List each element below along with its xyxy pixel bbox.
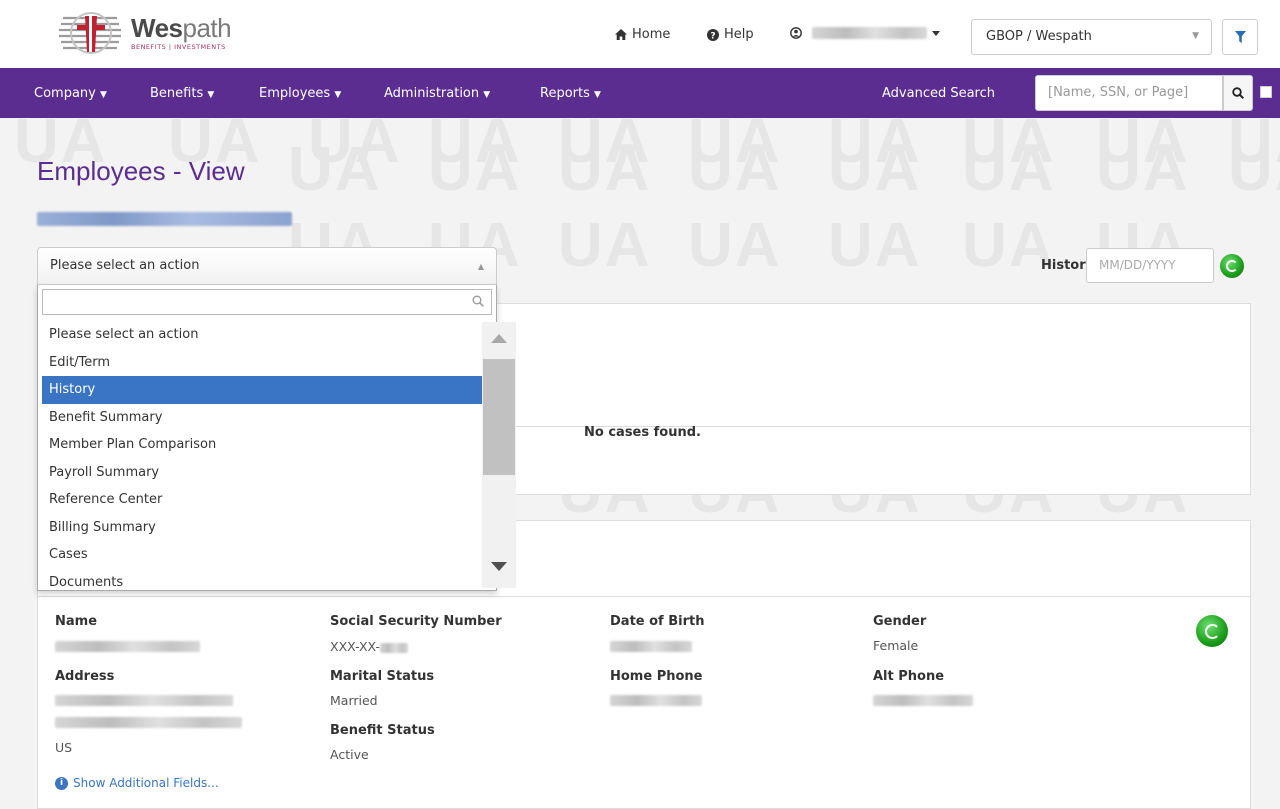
refresh-icon xyxy=(1226,260,1238,272)
marital-status-label: Marital Status xyxy=(330,669,435,684)
nav-employees[interactable]: Employees ▼ xyxy=(259,86,341,101)
caret-down-icon: ▼ xyxy=(207,90,215,100)
search-button[interactable] xyxy=(1223,75,1253,111)
page-title: Employees - View xyxy=(37,156,245,186)
action-option-edit-term[interactable]: Edit/Term xyxy=(42,349,482,377)
caret-down-icon: ▼ xyxy=(334,90,342,100)
top-header: Wespath BENEFITS | INVESTMENTS Home ? He… xyxy=(0,0,1280,68)
action-option-member-plan-comparison[interactable]: Member Plan Comparison xyxy=(42,431,482,459)
name-value-redacted xyxy=(55,641,200,656)
caret-down-icon xyxy=(932,30,940,36)
user-menu[interactable] xyxy=(790,27,940,39)
history-go-button[interactable] xyxy=(1220,254,1244,278)
nav-company[interactable]: Company ▼ xyxy=(34,86,107,101)
svg-text:?: ? xyxy=(710,31,715,41)
search-icon xyxy=(472,295,484,307)
alt-phone-label: Alt Phone xyxy=(873,669,945,684)
name-label: Name xyxy=(55,614,98,629)
action-option-benefit-summary[interactable]: Benefit Summary xyxy=(42,404,482,432)
scroll-down-arrow-icon[interactable] xyxy=(491,562,507,571)
address-label: Address xyxy=(55,669,115,684)
dob-value-redacted xyxy=(610,641,692,656)
caret-down-icon: ▼ xyxy=(483,90,491,100)
nav-reports[interactable]: Reports ▼ xyxy=(540,86,601,101)
caret-down-icon: ▼ xyxy=(100,90,107,100)
benefit-status-value: Active xyxy=(330,747,369,762)
gender-label: Gender xyxy=(873,614,927,629)
demographics-refresh-button[interactable] xyxy=(1196,615,1228,647)
address-country: US xyxy=(55,740,73,755)
history-date-input[interactable]: MM/DD/YYYY xyxy=(1086,248,1214,283)
info-icon: i xyxy=(55,776,68,790)
action-dropdown: Please select an action Edit/Term Histor… xyxy=(37,285,497,591)
home-phone-redacted xyxy=(610,695,702,710)
nav-benefits[interactable]: Benefits ▼ xyxy=(150,86,214,101)
global-search-input[interactable]: [Name, SSN, or Page] xyxy=(1035,75,1223,111)
logo-wordmark: Wespath xyxy=(131,13,232,43)
marital-status-value: Married xyxy=(330,693,378,708)
search-icon xyxy=(1232,87,1244,99)
address-line2-redacted xyxy=(55,717,242,732)
action-option-billing-summary[interactable]: Billing Summary xyxy=(42,514,482,542)
action-option-payroll-summary[interactable]: Payroll Summary xyxy=(42,459,482,487)
gender-value: Female xyxy=(873,638,919,653)
action-search-input[interactable] xyxy=(42,289,492,315)
home-icon xyxy=(615,29,627,40)
user-circle-icon xyxy=(790,27,802,39)
search-option-checkbox[interactable] xyxy=(1260,86,1272,98)
refresh-icon xyxy=(1204,623,1220,639)
action-option-cases[interactable]: Cases xyxy=(42,541,482,569)
caret-up-icon: ▲ xyxy=(477,262,484,271)
action-option[interactable]: Please select an action xyxy=(42,321,482,349)
benefit-status-label: Benefit Status xyxy=(330,723,435,738)
wespath-logo[interactable]: Wespath BENEFITS | INVESTMENTS xyxy=(57,8,232,58)
user-name-redacted xyxy=(812,27,927,39)
scroll-up-arrow-icon[interactable] xyxy=(491,334,507,343)
advanced-search-link[interactable]: Advanced Search xyxy=(882,86,995,101)
home-phone-label: Home Phone xyxy=(610,669,703,684)
home-link[interactable]: Home xyxy=(615,27,670,42)
no-cases-message: No cases found. xyxy=(584,425,701,440)
question-circle-icon: ? xyxy=(707,28,719,41)
select-arrow-icon: ▼ xyxy=(1192,31,1199,41)
caret-down-icon: ▼ xyxy=(594,90,601,100)
employee-name-redacted xyxy=(37,212,292,230)
filter-button[interactable] xyxy=(1222,19,1258,55)
organization-select[interactable]: GBOP / Wespath ▼ xyxy=(971,19,1212,55)
action-option-reference-center[interactable]: Reference Center xyxy=(42,486,482,514)
action-option-history[interactable]: History xyxy=(42,376,482,404)
ssn-value: XXX-XX- xyxy=(330,639,408,654)
logo-tagline: BENEFITS | INVESTMENTS xyxy=(131,43,226,51)
alt-phone-redacted xyxy=(873,695,973,710)
action-options-list: Please select an action Edit/Term Histor… xyxy=(42,321,482,590)
dob-label: Date of Birth xyxy=(610,614,705,629)
action-select[interactable]: Please select an action ▲ xyxy=(37,247,497,285)
action-option-documents[interactable]: Documents xyxy=(42,569,482,597)
ssn-label: Social Security Number xyxy=(330,614,502,629)
cross-flame-logo-icon xyxy=(59,12,121,54)
help-link[interactable]: ? Help xyxy=(707,27,754,42)
show-additional-fields-link[interactable]: i Show Additional Fields... xyxy=(55,776,219,790)
filter-icon xyxy=(1234,31,1246,43)
dropdown-scroll-thumb[interactable] xyxy=(483,359,515,475)
address-line1-redacted xyxy=(55,695,233,710)
nav-administration[interactable]: Administration ▼ xyxy=(384,86,490,101)
